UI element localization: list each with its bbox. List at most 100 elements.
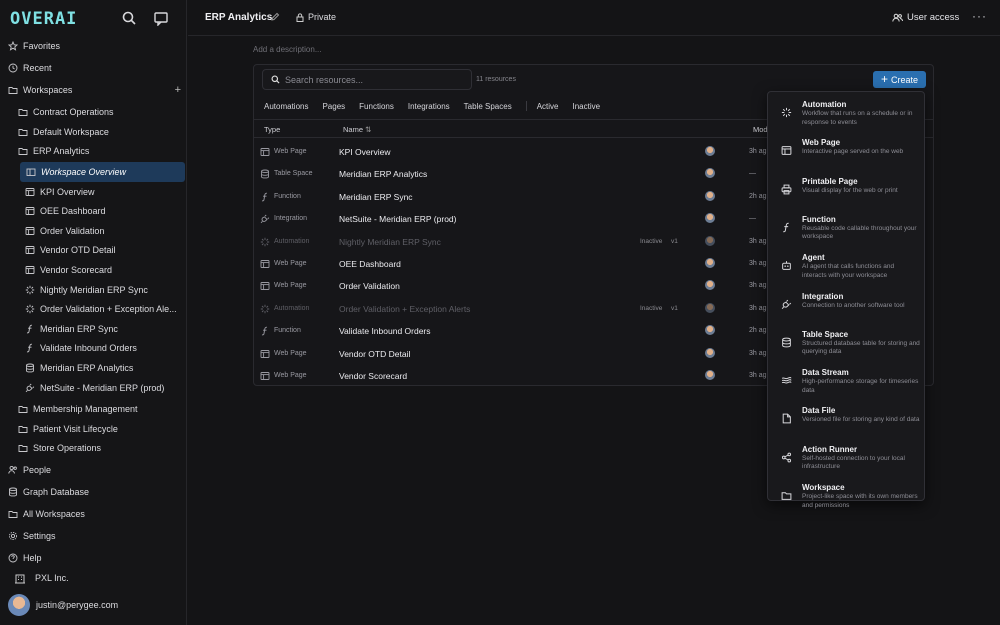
app-logo[interactable]: OVERAI xyxy=(10,9,77,29)
user-access-button[interactable]: User access xyxy=(892,12,959,23)
search-icon[interactable] xyxy=(121,10,137,26)
table-row[interactable]: Web Page KPI Overview 3h ag xyxy=(254,141,774,163)
sidebar-item-help[interactable]: Help xyxy=(0,548,187,568)
sidebar-item-all-workspaces[interactable]: All Workspaces xyxy=(0,504,187,524)
workspace-resource-item[interactable]: Order Validation xyxy=(0,221,187,241)
create-menu-item[interactable]: Table Space Structured database table for… xyxy=(768,330,926,366)
table-row[interactable]: Web Page OEE Dashboard 3h ag xyxy=(254,253,774,275)
create-menu-item[interactable]: Data Stream High-performance storage for … xyxy=(768,368,926,404)
workspace-item[interactable]: Store Operations xyxy=(0,438,187,458)
status-filter-tab[interactable]: Inactive xyxy=(572,102,600,111)
workspace-resource-item[interactable]: Vendor Scorecard xyxy=(0,260,187,280)
workspace-item[interactable]: ERP Analytics xyxy=(0,141,187,161)
workspace-item[interactable]: Patient Visit Lifecycle xyxy=(0,419,187,439)
row-name[interactable]: Meridian ERP Analytics xyxy=(339,169,427,179)
database-icon xyxy=(261,169,269,179)
filter-tab[interactable]: Table Spaces xyxy=(464,102,512,111)
table-row[interactable]: Table Space Meridian ERP Analytics — xyxy=(254,163,774,185)
user-menu[interactable]: justin@perygee.com xyxy=(8,594,118,616)
row-name[interactable]: Validate Inbound Orders xyxy=(339,326,431,336)
nav-label: Membership Management xyxy=(33,404,138,414)
filter-tab[interactable]: Integrations xyxy=(408,102,450,111)
filter-tab[interactable]: Functions xyxy=(359,102,394,111)
row-name[interactable]: Vendor OTD Detail xyxy=(339,349,410,359)
table-row[interactable]: Web Page Vendor OTD Detail 3h ag xyxy=(254,343,774,365)
folder-icon xyxy=(18,445,28,453)
folder-icon xyxy=(18,406,28,413)
workspace-resource-item[interactable]: Vendor OTD Detail xyxy=(0,240,187,260)
robot-icon xyxy=(782,261,791,271)
chat-icon[interactable] xyxy=(153,10,169,26)
row-name[interactable]: OEE Dashboard xyxy=(339,259,401,269)
description-field[interactable]: Add a description... xyxy=(253,45,321,54)
create-menu: Automation Workflow that runs on a schedu… xyxy=(767,91,926,509)
search-box[interactable] xyxy=(262,69,472,90)
column-name[interactable]: Name ⇅ xyxy=(343,125,371,134)
folder-icon xyxy=(18,425,28,433)
workspace-resource-item[interactable]: KPI Overview xyxy=(0,182,187,202)
table-row[interactable]: Automation Nightly Meridian ERP Sync Inact… xyxy=(254,231,774,253)
table-row[interactable]: Function Validate Inbound Orders 2h ag xyxy=(254,320,774,342)
filter-tab[interactable]: Automations xyxy=(264,102,308,111)
create-menu-item[interactable]: Function Reusable code callable throughou… xyxy=(768,215,926,251)
table-row[interactable]: Integration NetSuite - Meridian ERP (prod… xyxy=(254,208,774,230)
resource-count: 11 resources xyxy=(476,76,516,83)
create-menu-item[interactable]: Workspace Project-like space with its own… xyxy=(768,483,926,519)
workspace-resource-item[interactable]: Validate Inbound Orders xyxy=(0,338,187,358)
page-title[interactable]: ERP Analytics xyxy=(205,12,272,23)
workspace-resource-item[interactable]: NetSuite - Meridian ERP (prod) xyxy=(0,378,187,398)
add-workspace-icon[interactable]: + xyxy=(175,84,181,96)
create-menu-item[interactable]: Automation Workflow that runs on a schedu… xyxy=(768,100,926,136)
column-type[interactable]: Type xyxy=(264,125,280,134)
workspace-item[interactable]: Contract Operations xyxy=(0,102,187,122)
menu-item-title: Action Runner xyxy=(802,444,858,454)
row-name[interactable]: Nightly Meridian ERP Sync xyxy=(339,237,441,247)
nav-label: ERP Analytics xyxy=(33,146,90,157)
page-icon xyxy=(25,187,35,196)
filter-tab[interactable]: Pages xyxy=(322,102,345,111)
sidebar-item-graph-database[interactable]: Graph Database xyxy=(0,482,187,502)
visibility-toggle[interactable]: Private xyxy=(296,12,336,22)
sidebar-item-recent[interactable]: Recent xyxy=(0,58,187,78)
sidebar-item-favorites[interactable]: Favorites xyxy=(0,36,187,56)
table-row[interactable]: Web Page Order Validation 3h ag xyxy=(254,275,774,297)
nav-label: Graph Database xyxy=(23,487,90,497)
sidebar-item-people[interactable]: People xyxy=(0,460,187,480)
column-modified[interactable]: Mod xyxy=(753,125,768,134)
row-name[interactable]: Vendor Scorecard xyxy=(339,371,407,381)
sidebar-item-settings[interactable]: Settings xyxy=(0,526,187,546)
sidebar-item-workspaces[interactable]: Workspaces + xyxy=(0,80,187,100)
row-name[interactable]: Order Validation + Exception Alerts xyxy=(339,304,470,314)
workspace-resource-item[interactable]: Order Validation + Exception Ale... xyxy=(0,299,187,319)
table-row[interactable]: Web Page Vendor Scorecard 3h ag xyxy=(254,365,774,387)
workspace-resource-item[interactable]: Meridian ERP Sync xyxy=(0,319,187,339)
create-button[interactable]: + Create xyxy=(873,71,926,88)
workspace-item[interactable]: Default Workspace xyxy=(0,122,187,142)
workspace-resource-item[interactable]: Meridian ERP Analytics xyxy=(0,358,187,378)
row-name[interactable]: NetSuite - Meridian ERP (prod) xyxy=(339,214,456,224)
create-menu-item[interactable]: Printable Page Visual display for the web… xyxy=(768,177,926,213)
workspace-resource-item[interactable]: Workspace Overview xyxy=(20,162,185,182)
workspace-resource-item[interactable]: OEE Dashboard xyxy=(0,201,187,221)
pencil-icon[interactable] xyxy=(270,12,280,22)
row-name[interactable]: KPI Overview xyxy=(339,147,391,157)
status-filter-tab[interactable]: Active xyxy=(537,102,559,111)
table-row[interactable]: Automation Order Validation + Exception A… xyxy=(254,298,774,320)
workspace-resource-item[interactable]: Nightly Meridian ERP Sync xyxy=(0,280,187,300)
table-row[interactable]: Function Meridian ERP Sync 2h ag xyxy=(254,186,774,208)
more-options-icon[interactable]: ··· xyxy=(972,9,987,23)
row-name[interactable]: Meridian ERP Sync xyxy=(339,192,413,202)
automation-icon xyxy=(260,304,270,313)
menu-item-title: Web Page xyxy=(802,138,841,148)
create-menu-item[interactable]: Data File Versioned file for storing any … xyxy=(768,406,926,442)
create-menu-item[interactable]: Agent AI agent that calls functions and i… xyxy=(768,253,926,289)
row-name[interactable]: Order Validation xyxy=(339,281,400,291)
workspace-item[interactable]: Membership Management xyxy=(0,399,187,419)
nav-label: Patient Visit Lifecycle xyxy=(33,423,118,434)
org-switcher[interactable]: PXL Inc. xyxy=(14,572,69,584)
nav-label: Validate Inbound Orders xyxy=(40,343,137,354)
create-menu-item[interactable]: Integration Connection to another softwar… xyxy=(768,292,926,328)
search-input[interactable] xyxy=(285,74,465,85)
create-menu-item[interactable]: Action Runner Self-hosted connection to y… xyxy=(768,445,926,481)
create-menu-item[interactable]: Web Page Interactive page served on the w… xyxy=(768,138,926,174)
